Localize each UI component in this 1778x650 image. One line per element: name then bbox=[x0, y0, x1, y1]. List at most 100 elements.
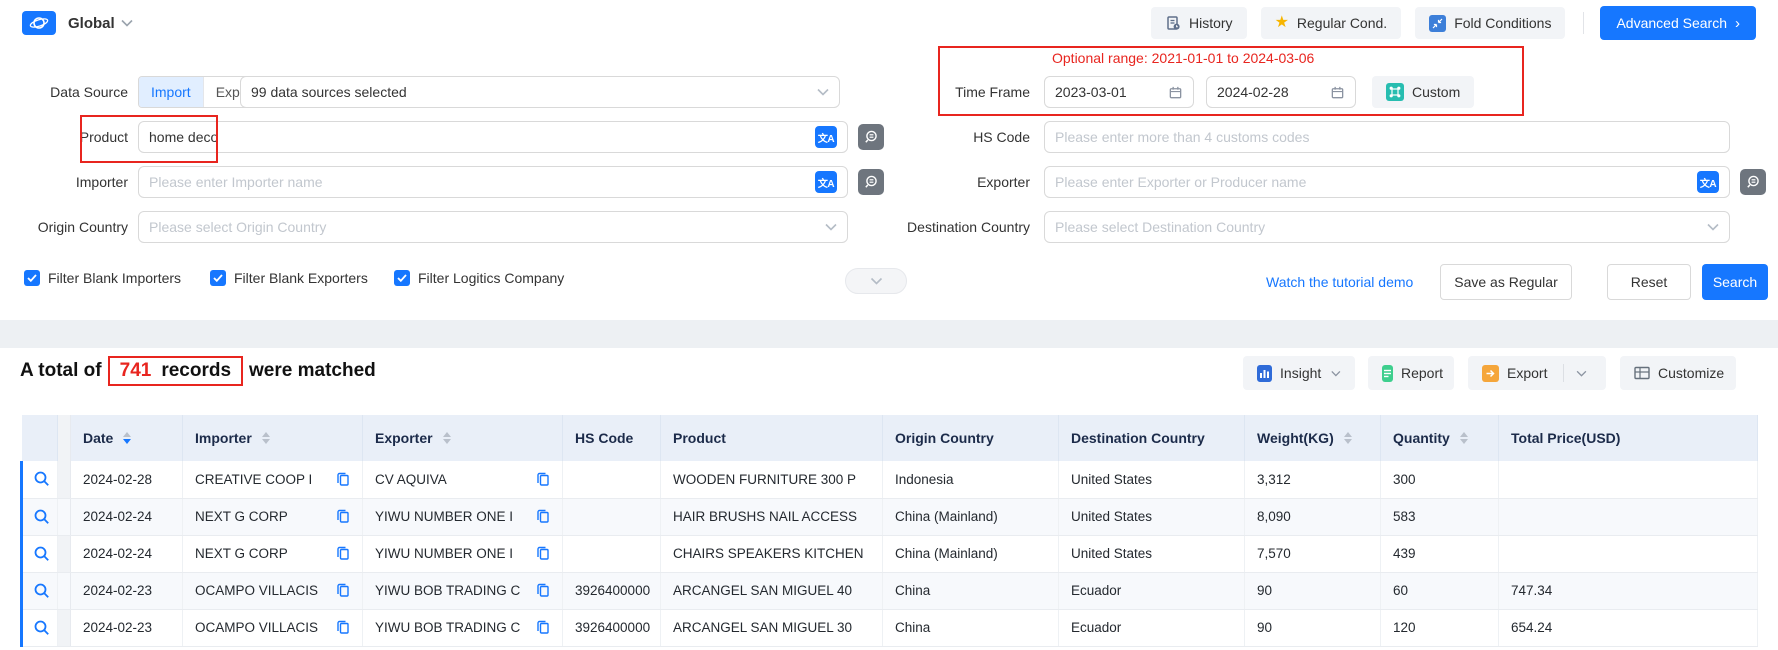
insight-button[interactable]: Insight bbox=[1243, 356, 1355, 390]
globe-logo-icon bbox=[22, 11, 56, 35]
row-detail-cell[interactable] bbox=[22, 461, 58, 498]
data-sources-dropdown[interactable]: 99 data sources selected bbox=[240, 76, 840, 108]
destination-country-placeholder: Please select Destination Country bbox=[1055, 219, 1707, 235]
sort-icon[interactable] bbox=[1460, 432, 1468, 444]
filter-logitics-company-checkbox[interactable]: Filter Logitics Company bbox=[394, 270, 564, 286]
copy-icon[interactable] bbox=[536, 472, 550, 487]
fold-conditions-button[interactable]: Fold Conditions bbox=[1415, 7, 1565, 39]
start-date-input[interactable]: 2023-03-01 bbox=[1044, 76, 1194, 108]
copy-icon[interactable] bbox=[536, 583, 550, 598]
search-icon[interactable] bbox=[33, 545, 51, 563]
column-header-origin-country: Origin Country bbox=[883, 415, 1059, 461]
copy-icon[interactable] bbox=[336, 620, 350, 635]
sort-icon[interactable] bbox=[123, 432, 131, 444]
collapse-conditions-pill[interactable] bbox=[845, 268, 907, 294]
reset-button[interactable]: Reset bbox=[1607, 264, 1691, 300]
importer-input[interactable] bbox=[149, 167, 815, 197]
cell-exporter: YIWU BOB TRADING C bbox=[363, 572, 563, 609]
regular-cond-label: Regular Cond. bbox=[1297, 15, 1387, 31]
table-header-row: DateImporterExporterHS CodeProductOrigin… bbox=[22, 415, 1758, 461]
cell-origin-country: China bbox=[883, 572, 1059, 609]
cell-total-price: 747.34 bbox=[1499, 572, 1758, 609]
row-detail-cell[interactable] bbox=[22, 535, 58, 572]
sort-icon[interactable] bbox=[443, 432, 451, 444]
copy-icon[interactable] bbox=[536, 620, 550, 635]
import-tab[interactable]: Import bbox=[139, 77, 203, 107]
copy-icon[interactable] bbox=[536, 509, 550, 524]
cell-destination-country: United States bbox=[1059, 498, 1245, 535]
end-date-input[interactable]: 2024-02-28 bbox=[1206, 76, 1356, 108]
hs-code-input[interactable] bbox=[1055, 122, 1719, 152]
destination-country-select[interactable]: Please select Destination Country bbox=[1044, 211, 1730, 243]
row-gutter bbox=[58, 572, 71, 609]
column-label: HS Code bbox=[575, 430, 633, 446]
chevron-right-icon: › bbox=[1735, 16, 1740, 31]
cell-importer: NEXT G CORP bbox=[183, 535, 363, 572]
export-button[interactable]: Export bbox=[1468, 356, 1606, 390]
search-button[interactable]: Search bbox=[1702, 264, 1768, 300]
exact-match-icon[interactable] bbox=[1740, 169, 1766, 195]
destination-country-label: Destination Country bbox=[880, 211, 1030, 243]
cell-date: 2024-02-24 bbox=[71, 498, 183, 535]
table-row[interactable]: 2024-02-24 NEXT G CORP YIWU NUMBER ONE I… bbox=[22, 498, 1758, 535]
translate-icon[interactable]: 文A bbox=[815, 126, 837, 148]
regular-cond-button[interactable]: ★ Regular Cond. bbox=[1261, 7, 1402, 39]
column-header-hs-code: HS Code bbox=[563, 415, 661, 461]
cell-exporter: YIWU NUMBER ONE I bbox=[363, 535, 563, 572]
product-input[interactable] bbox=[149, 122, 815, 152]
column-header-detail bbox=[22, 415, 58, 461]
translate-icon[interactable]: 文A bbox=[1697, 171, 1719, 193]
copy-icon[interactable] bbox=[336, 509, 350, 524]
row-detail-cell[interactable] bbox=[22, 572, 58, 609]
fold-conditions-label: Fold Conditions bbox=[1454, 15, 1551, 31]
tutorial-demo-link[interactable]: Watch the tutorial demo bbox=[1266, 274, 1413, 290]
column-header-weight-kg[interactable]: Weight(KG) bbox=[1245, 415, 1381, 461]
chevron-down-icon[interactable] bbox=[121, 19, 133, 27]
region-selector[interactable]: Global bbox=[68, 15, 115, 32]
cell-date: 2024-02-28 bbox=[71, 461, 183, 498]
copy-icon[interactable] bbox=[336, 546, 350, 561]
copy-icon[interactable] bbox=[336, 472, 350, 487]
search-icon[interactable] bbox=[33, 470, 51, 488]
column-label: Quantity bbox=[1393, 430, 1450, 446]
cell-origin-country: China (Mainland) bbox=[883, 498, 1059, 535]
sort-icon[interactable] bbox=[1344, 432, 1352, 444]
cell-exporter: YIWU NUMBER ONE I bbox=[363, 498, 563, 535]
search-icon[interactable] bbox=[33, 508, 51, 526]
search-icon[interactable] bbox=[33, 582, 51, 600]
table-row[interactable]: 2024-02-28 CREATIVE COOP I CV AQUIVA WOO… bbox=[22, 461, 1758, 498]
exporter-input[interactable] bbox=[1055, 167, 1697, 197]
checkbox-label: Filter Logitics Company bbox=[418, 270, 564, 286]
cell-product: ARCANGEL SAN MIGUEL 30 bbox=[661, 609, 883, 646]
custom-range-button[interactable]: Custom bbox=[1372, 76, 1474, 108]
search-icon[interactable] bbox=[33, 619, 51, 637]
chevron-down-icon[interactable] bbox=[1576, 370, 1587, 377]
column-header-importer[interactable]: Importer bbox=[183, 415, 363, 461]
column-label: Origin Country bbox=[895, 430, 994, 446]
table-row[interactable]: 2024-02-24 NEXT G CORP YIWU NUMBER ONE I… bbox=[22, 535, 1758, 572]
table-row[interactable]: 2024-02-23 OCAMPO VILLACIS YIWU BOB TRAD… bbox=[22, 609, 1758, 646]
column-header-exporter[interactable]: Exporter bbox=[363, 415, 563, 461]
cell-weight: 90 bbox=[1245, 609, 1381, 646]
cell-importer: OCAMPO VILLACIS bbox=[183, 609, 363, 646]
filter-blank-importers-checkbox[interactable]: Filter Blank Importers bbox=[24, 270, 181, 286]
table-row[interactable]: 2024-02-23 OCAMPO VILLACIS YIWU BOB TRAD… bbox=[22, 572, 1758, 609]
origin-country-select[interactable]: Please select Origin Country bbox=[138, 211, 848, 243]
filter-blank-exporters-checkbox[interactable]: Filter Blank Exporters bbox=[210, 270, 368, 286]
cell-exporter: CV AQUIVA bbox=[363, 461, 563, 498]
summary-prefix: A total of bbox=[20, 360, 102, 382]
column-header-quantity[interactable]: Quantity bbox=[1381, 415, 1499, 461]
copy-icon[interactable] bbox=[336, 583, 350, 598]
chevron-down-icon bbox=[817, 88, 829, 96]
save-as-regular-button[interactable]: Save as Regular bbox=[1440, 264, 1572, 300]
customize-button[interactable]: Customize bbox=[1620, 356, 1736, 390]
column-header-date[interactable]: Date bbox=[71, 415, 183, 461]
translate-icon[interactable]: 文A bbox=[815, 171, 837, 193]
advanced-search-button[interactable]: Advanced Search › bbox=[1600, 6, 1756, 40]
row-detail-cell[interactable] bbox=[22, 498, 58, 535]
report-button[interactable]: Report bbox=[1368, 356, 1454, 390]
history-button[interactable]: History bbox=[1151, 7, 1247, 39]
row-detail-cell[interactable] bbox=[22, 609, 58, 646]
sort-icon[interactable] bbox=[262, 432, 270, 444]
copy-icon[interactable] bbox=[536, 546, 550, 561]
